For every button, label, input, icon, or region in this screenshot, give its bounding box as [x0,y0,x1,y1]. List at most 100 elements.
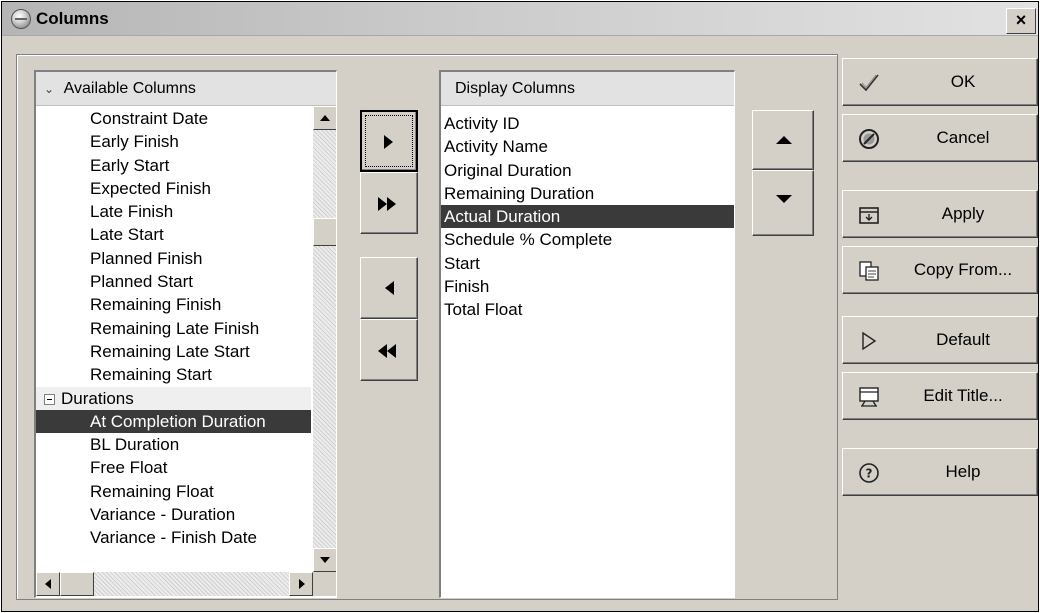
available-vertical-scrollbar[interactable] [313,106,336,572]
list-item-label: Variance - Duration [90,505,236,525]
scroll-right-button[interactable] [289,572,313,596]
list-item[interactable]: Activity ID [441,112,734,135]
list-item-label: Early Start [90,155,170,175]
help-button[interactable]: ? Help [842,448,1038,496]
app-globe-icon [11,9,31,29]
chevron-down-icon: ⌄ [44,82,55,96]
ok-button[interactable]: OK [842,58,1038,106]
double-arrow-right-icon [378,197,402,211]
list-item[interactable]: Remaining Late Start [36,340,311,363]
scroll-left-button[interactable] [36,572,60,596]
list-item-label: BL Duration [90,435,180,455]
columns-dialog: Columns × ⌄ Available Columns Constraint… [1,1,1039,612]
window-title: Columns [36,9,109,28]
list-item[interactable]: Free Float [36,456,311,479]
list-item[interactable]: Actual Duration [441,205,734,229]
list-item-label: Finish [444,277,490,297]
available-horizontal-scrollbar[interactable] [36,572,313,596]
remove-all-button[interactable] [360,319,418,381]
available-columns-title: Available Columns [63,80,196,97]
apply-button[interactable]: Apply [842,190,1038,238]
display-columns-list[interactable]: Display Columns Activity ID Activity Name… [439,70,735,598]
list-item-label: Activity Name [444,137,548,157]
add-all-button[interactable] [360,172,418,234]
list-item[interactable]: Schedule % Complete [441,228,734,251]
list-item[interactable]: Remaining Start [36,363,311,386]
display-columns-rows: Activity ID Activity Name Original Duratio… [441,112,734,322]
scroll-left-icon [45,579,51,589]
copy-from-button[interactable]: Copy From... [842,246,1038,294]
list-item[interactable]: Remaining Float [36,480,311,503]
list-item[interactable]: Late Finish [36,200,311,223]
list-item-label: Variance - Finish Date [90,528,257,548]
list-item[interactable]: Variance - Finish Date [36,526,311,549]
collapse-icon[interactable] [44,393,55,405]
triangle-down-icon [776,195,792,203]
display-columns-title: Display Columns [455,80,576,97]
vertical-scroll-thumb[interactable] [313,218,336,246]
scroll-down-button[interactable] [313,548,336,572]
list-item-label: Remaining Late Start [90,341,250,361]
copy-icon [859,261,879,281]
cancel-button[interactable]: Cancel [842,114,1038,162]
list-item[interactable]: BL Duration [36,433,311,456]
list-item[interactable]: Planned Start [36,270,311,293]
checkmark-icon [859,74,879,92]
list-item-label: Free Float [90,458,168,478]
list-item[interactable]: Variance - Duration [36,503,311,526]
list-item[interactable]: Early Finish [36,130,311,153]
list-item-label: Remaining Finish [90,295,222,315]
apply-icon [859,207,879,224]
list-item[interactable]: Late Start [36,223,311,246]
svg-text:?: ? [866,467,873,481]
list-item-label: Late Finish [90,202,174,222]
list-item-label: Remaining Float [90,481,214,501]
close-button[interactable]: × [1006,8,1036,34]
list-item-label: Actual Duration [444,207,561,227]
triangle-up-icon [776,136,792,144]
scroll-up-icon [320,115,330,121]
list-item[interactable]: Remaining Late Finish [36,317,311,340]
default-button[interactable]: Default [842,316,1038,364]
list-item[interactable]: At Completion Duration [36,409,311,434]
copy-from-label: Copy From... [913,260,1013,279]
available-columns-rows: Constraint Date Early Finish Early Start Ex… [36,107,311,550]
list-item[interactable]: Finish [441,275,734,298]
list-item-label: Original Duration [444,160,572,180]
arrow-right-icon [384,135,393,149]
title-bar[interactable]: Columns × [2,2,1038,36]
list-item[interactable]: Original Duration [441,159,734,182]
list-item[interactable]: Activity Name [441,135,734,158]
list-item-label: Remaining Start [90,365,212,385]
available-columns-list[interactable]: ⌄ Available Columns Constraint Date Early… [34,70,337,598]
available-columns-header[interactable]: ⌄ Available Columns [36,72,336,106]
list-item[interactable]: Remaining Duration [441,182,734,205]
scroll-up-button[interactable] [313,106,336,130]
help-icon: ? [859,463,879,483]
list-item[interactable]: Expected Finish [36,177,311,200]
horizontal-scroll-thumb[interactable] [60,572,94,596]
list-item[interactable]: Remaining Finish [36,293,311,316]
display-columns-header[interactable]: Display Columns [441,72,734,106]
edit-title-button[interactable]: Edit Title... [842,372,1038,420]
list-item-label: Constraint Date [90,109,209,128]
list-item-label: Total Float [444,300,523,320]
list-item-label: Start [444,253,480,273]
add-selected-button[interactable] [360,110,418,172]
move-up-button[interactable] [752,110,814,170]
list-item[interactable]: Start [441,252,734,275]
move-down-button[interactable] [752,170,814,236]
default-label: Default [936,330,990,349]
list-item[interactable]: Planned Finish [36,247,311,270]
scroll-right-icon [299,579,305,589]
edit-title-icon [859,387,879,407]
list-item[interactable]: Early Start [36,154,311,177]
list-item[interactable]: Total Float [441,298,734,321]
tree-group-row[interactable]: Durations [36,386,311,410]
list-item[interactable]: Constraint Date [36,107,311,130]
list-item-label: At Completion Duration [90,411,266,431]
double-arrow-left-icon [378,344,402,358]
remove-selected-button[interactable] [360,257,418,319]
list-item-label: Late Start [90,225,164,245]
list-item-label: Expected Finish [90,178,211,198]
